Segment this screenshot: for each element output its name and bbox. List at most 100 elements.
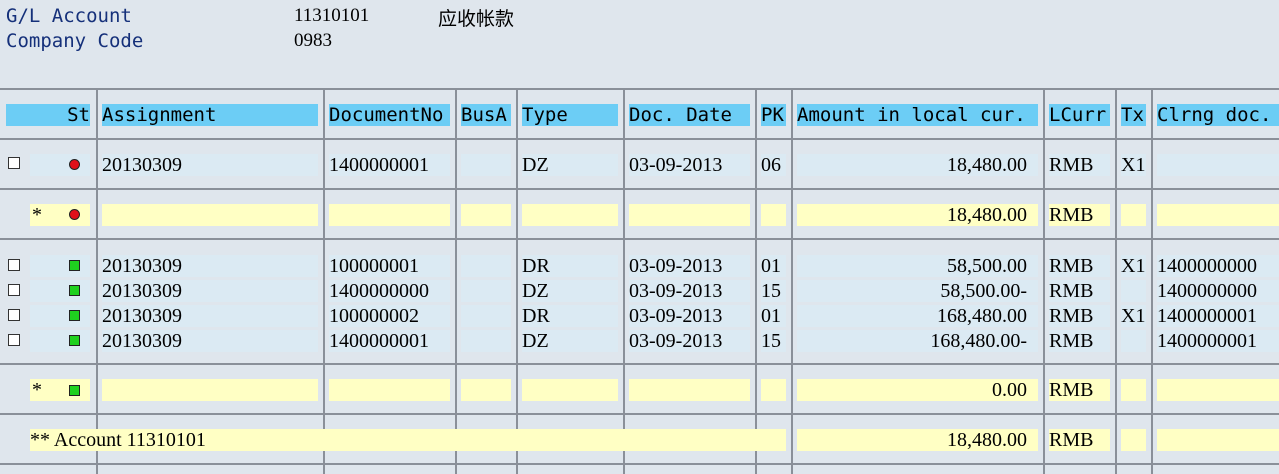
gl-account-value: 11310101 — [294, 5, 370, 26]
currency-cell: RMB — [1049, 255, 1110, 277]
tax-code-cell: X1 — [1121, 255, 1146, 277]
column-header-doc-date[interactable]: Doc. Date — [629, 104, 750, 126]
account-total-tax-code-cell — [1121, 429, 1146, 451]
gl-account-description: 应收帐款 — [438, 9, 515, 30]
row-select-checkbox[interactable] — [8, 334, 20, 346]
document-no-cell[interactable]: 1400000000 — [329, 280, 450, 302]
subtotal-document-no-cell — [329, 379, 450, 401]
amount-cell: 58,500.00- — [797, 280, 1038, 302]
posting-key-cell: 06 — [761, 154, 786, 176]
grid-divider — [0, 238, 1279, 240]
grid-divider — [0, 188, 1279, 190]
account-total-label: ** Account 11310101 — [30, 429, 786, 451]
column-header-status[interactable]: St — [6, 104, 90, 126]
document-no-cell[interactable]: 1400000001 — [329, 154, 450, 176]
row-select-checkbox[interactable] — [8, 309, 20, 321]
subtotal-tax-code-cell — [1121, 204, 1146, 226]
column-header-document-no[interactable]: DocumentNo — [329, 104, 450, 126]
document-no-cell[interactable]: 1400000001 — [329, 330, 450, 352]
clearing-doc-cell: 1400000000 — [1157, 255, 1279, 277]
red-status-icon — [69, 209, 80, 220]
assignment-cell: 20130309 — [102, 154, 318, 176]
column-header-type[interactable]: Type — [522, 104, 618, 126]
green-status-icon — [69, 385, 80, 396]
posting-key-cell: 01 — [761, 255, 786, 277]
column-header-clearing-doc[interactable]: Clrng doc. — [1157, 104, 1279, 126]
business-area-cell — [461, 255, 511, 277]
account-total-amount: 18,480.00 — [797, 429, 1038, 451]
type-cell: DZ — [522, 330, 618, 352]
column-divider — [1043, 88, 1045, 474]
column-header-amount[interactable]: Amount in local cur. — [797, 104, 1038, 126]
row-select-checkbox[interactable] — [8, 284, 20, 296]
subtotal-type-cell — [522, 204, 618, 226]
status-cell — [30, 280, 90, 302]
grid-divider — [0, 413, 1279, 415]
column-divider — [516, 88, 518, 474]
status-cell — [30, 305, 90, 327]
doc-date-cell: 03-09-2013 — [629, 330, 750, 352]
doc-date-cell: 03-09-2013 — [629, 154, 750, 176]
company-code-label: Company Code — [6, 30, 144, 52]
subtotal-business-area-cell — [461, 204, 511, 226]
subtotal-marker: * — [32, 379, 42, 401]
column-header-tax-code[interactable]: Tx — [1121, 104, 1146, 126]
column-divider — [96, 88, 98, 474]
column-header-posting-key[interactable]: PK — [761, 104, 786, 126]
document-no-cell[interactable]: 100000002 — [329, 305, 450, 327]
status-cell — [30, 154, 90, 176]
clearing-doc-cell: 1400000001 — [1157, 330, 1279, 352]
row-select-checkbox[interactable] — [8, 157, 20, 169]
currency-cell: RMB — [1049, 305, 1110, 327]
account-total-currency: RMB — [1049, 429, 1110, 451]
column-header-assignment[interactable]: Assignment — [102, 104, 318, 126]
document-no-cell[interactable]: 100000001 — [329, 255, 450, 277]
subtotal-amount-cell: 0.00 — [797, 379, 1038, 401]
status-cell — [30, 255, 90, 277]
column-header-business-area[interactable]: BusA — [461, 104, 511, 126]
status-cell — [30, 330, 90, 352]
grid-divider — [0, 138, 1279, 140]
tax-code-cell: X1 — [1121, 305, 1146, 327]
currency-cell: RMB — [1049, 330, 1110, 352]
subtotal-currency-cell: RMB — [1049, 204, 1110, 226]
business-area-cell — [461, 154, 511, 176]
amount-cell: 18,480.00 — [797, 154, 1038, 176]
subtotal-clearing-doc-cell — [1157, 379, 1279, 401]
tax-code-cell: X1 — [1121, 154, 1146, 176]
green-status-icon — [69, 335, 80, 346]
doc-date-cell: 03-09-2013 — [629, 280, 750, 302]
assignment-cell: 20130309 — [102, 330, 318, 352]
column-divider — [455, 88, 457, 474]
subtotal-assignment-cell — [102, 379, 318, 401]
assignment-cell: 20130309 — [102, 280, 318, 302]
posting-key-cell: 01 — [761, 305, 786, 327]
header-panel — [0, 0, 1279, 88]
subtotal-tax-code-cell — [1121, 379, 1146, 401]
green-status-icon — [69, 260, 80, 271]
account-total-clearing-doc-cell — [1157, 429, 1279, 451]
doc-date-cell: 03-09-2013 — [629, 305, 750, 327]
row-select-checkbox[interactable] — [8, 259, 20, 271]
subtotal-status-cell: * — [30, 204, 90, 226]
grid-divider — [0, 463, 1279, 465]
amount-cell: 168,480.00- — [797, 330, 1038, 352]
subtotal-assignment-cell — [102, 204, 318, 226]
subtotal-status-cell: * — [30, 379, 90, 401]
column-header-local-currency[interactable]: LCurr — [1049, 104, 1110, 126]
subtotal-currency-cell: RMB — [1049, 379, 1110, 401]
clearing-doc-cell: 1400000001 — [1157, 305, 1279, 327]
tax-code-cell — [1121, 330, 1146, 352]
green-status-icon — [69, 285, 80, 296]
column-divider — [791, 88, 793, 474]
posting-key-cell: 15 — [761, 280, 786, 302]
business-area-cell — [461, 330, 511, 352]
green-status-icon — [69, 310, 80, 321]
subtotal-posting-key-cell — [761, 204, 786, 226]
subtotal-amount-cell: 18,480.00 — [797, 204, 1038, 226]
posting-key-cell: 15 — [761, 330, 786, 352]
column-divider — [623, 88, 625, 474]
grid-divider — [0, 363, 1279, 365]
column-divider — [755, 88, 757, 474]
currency-cell: RMB — [1049, 154, 1110, 176]
